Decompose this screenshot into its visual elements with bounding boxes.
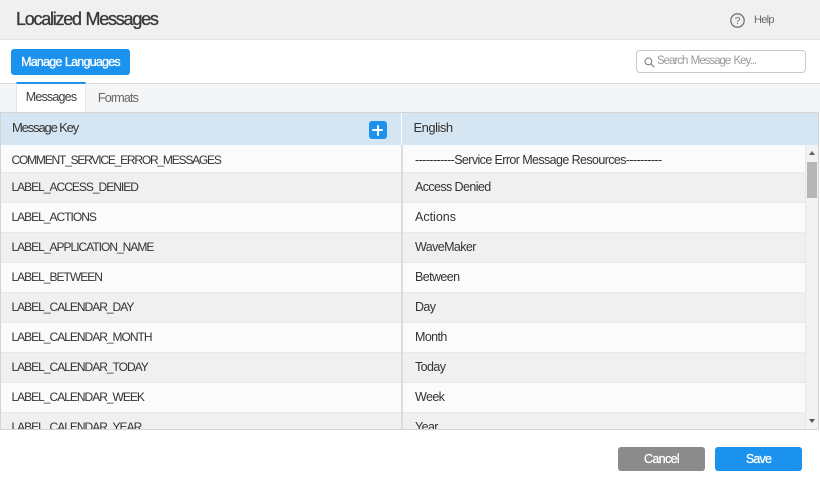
svg-text:?: ? <box>735 15 741 27</box>
